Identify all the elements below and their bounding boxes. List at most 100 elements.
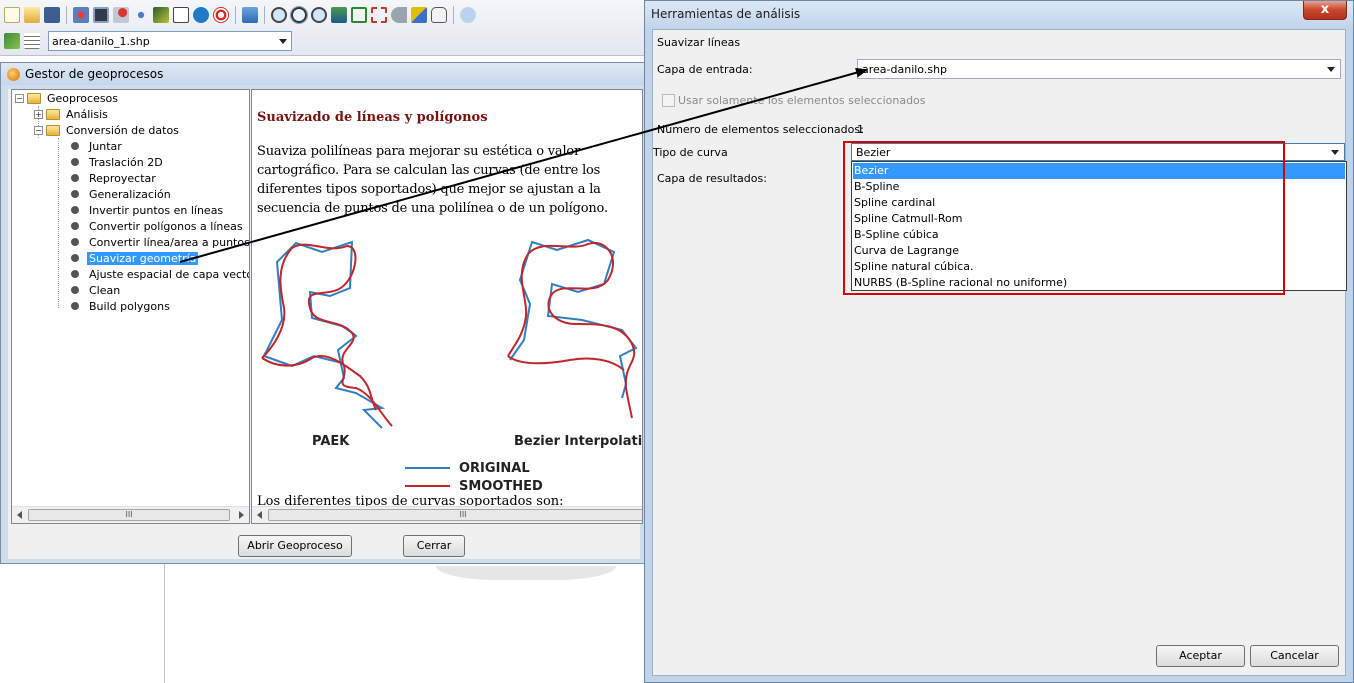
layers-icon[interactable] — [242, 7, 258, 23]
network-icon[interactable] — [133, 7, 149, 23]
tree-item-juntar[interactable]: Juntar — [68, 138, 124, 154]
speech-icon[interactable] — [460, 7, 476, 23]
curve-type-label: Tipo de curva — [653, 146, 728, 159]
accept-button[interactable]: Aceptar — [1156, 645, 1245, 667]
target-icon[interactable] — [213, 7, 229, 23]
new-file-icon[interactable] — [4, 7, 20, 23]
scroll-thumb[interactable]: III — [28, 509, 230, 521]
selected-count-label: Número de elementos seleccionados: — [657, 123, 864, 136]
full-extent-icon[interactable] — [351, 7, 367, 23]
open-geoprocess-button[interactable]: Abrir Geoproceso — [238, 535, 352, 557]
pin-icon[interactable] — [113, 7, 129, 23]
tree-item-poligonos-lineas[interactable]: Convertir polígonos a líneas — [68, 218, 245, 234]
tree-item-suavizar[interactable]: Suavizar geometría — [68, 250, 199, 266]
toolbar-separator — [453, 6, 454, 24]
scroll-left-icon[interactable] — [17, 511, 22, 519]
tree-item-clean[interactable]: Clean — [68, 282, 122, 298]
scroll-left-icon[interactable] — [257, 511, 262, 519]
tool-icon[interactable] — [153, 7, 169, 23]
geoprocess-manager-titlebar[interactable]: Gestor de geoprocesos — [1, 63, 645, 85]
help-bottom-text: Los diferentes tipos de curvas soportado… — [257, 494, 564, 506]
tree-item-build-polygons[interactable]: Build polygons — [68, 298, 172, 314]
tree-connector — [58, 138, 59, 308]
legend-smoothed-label: SMOOTHED — [459, 479, 543, 494]
legend-original-label: ORIGINAL — [459, 461, 530, 476]
collapse-icon[interactable]: − — [34, 125, 43, 135]
toc-panel — [18, 561, 165, 683]
tree-item-invertir[interactable]: Invertir puntos en líneas — [68, 202, 225, 218]
zoom-tool-icon[interactable] — [290, 6, 308, 24]
process-icon — [71, 254, 79, 262]
process-icon — [71, 206, 79, 214]
input-layer-select[interactable]: area-danilo.shp — [857, 59, 1341, 79]
tree-label: Reproyectar — [89, 171, 156, 185]
tree-item-linea-puntos[interactable]: Convertir línea/area a puntos — [68, 234, 249, 250]
tree-node-analisis[interactable]: + Análisis — [34, 106, 110, 122]
tree-root-geoprocesos[interactable]: − Geoprocesos — [15, 90, 120, 106]
add-layer-icon[interactable] — [73, 7, 89, 23]
zoom-in-icon[interactable] — [271, 7, 287, 23]
layer-edit-icon[interactable] — [4, 33, 20, 49]
open-folder-icon[interactable] — [24, 7, 40, 23]
only-selected-checkbox[interactable] — [662, 94, 675, 107]
help-title: Suavizado de líneas y polígonos — [257, 110, 488, 125]
bezier-original-line — [509, 238, 638, 399]
pan-hand-icon[interactable] — [431, 7, 447, 23]
paek-smoothed-line — [261, 243, 393, 427]
tree-label: Generalización — [89, 187, 171, 201]
tree-label: Ajuste espacial de capa vectorial — [89, 267, 249, 281]
smoothing-figure: PAEK Bezier Interpolati ORIGINAL SMOOTHE… — [261, 238, 642, 494]
tree-label: Convertir polígonos a líneas — [89, 219, 243, 233]
tree-label: Traslación 2D — [89, 155, 163, 169]
close-icon[interactable]: x — [1303, 1, 1347, 20]
chevron-down-icon — [1331, 150, 1339, 155]
analysis-tools-dialog: Herramientas de análisis x Suavizar líne… — [644, 0, 1354, 683]
save-icon[interactable] — [44, 7, 60, 23]
scroll-thumb[interactable]: III — [268, 509, 642, 521]
dialog-title: Herramientas de análisis — [651, 7, 801, 21]
tree-label: Análisis — [66, 107, 108, 121]
table-icon[interactable] — [24, 33, 40, 49]
process-icon — [71, 142, 79, 150]
help-content: Suavizado de líneas y polígonos Suaviza … — [252, 90, 642, 506]
dialog-titlebar[interactable]: Herramientas de análisis x — [645, 1, 1353, 27]
cancel-button[interactable]: Cancelar — [1250, 645, 1339, 667]
process-icon — [71, 286, 79, 294]
tree-label: Geoprocesos — [47, 91, 119, 105]
zoom-out-icon[interactable] — [311, 7, 327, 23]
tree-item-traslacion[interactable]: Traslación 2D — [68, 154, 165, 170]
tree-horizontal-scrollbar[interactable]: III — [12, 506, 249, 523]
geoprocess-manager-window: Gestor de geoprocesos − Geoprocesos + An… — [0, 62, 646, 564]
edit-icon[interactable] — [173, 7, 189, 23]
scroll-right-icon[interactable] — [239, 511, 244, 519]
active-layer-select[interactable]: area-danilo_1.shp — [48, 31, 292, 51]
help-horizontal-scrollbar[interactable]: III — [252, 506, 642, 523]
toolbar-separator — [264, 6, 265, 24]
selected-count-value: 1 — [857, 123, 864, 136]
process-icon — [71, 238, 79, 246]
zoom-select-icon[interactable] — [371, 7, 387, 23]
tree-label: Clean — [89, 283, 121, 297]
tree-label-selected: Suavizar geometría — [87, 251, 199, 265]
window-title: Gestor de geoprocesos — [25, 67, 164, 81]
tree-item-ajuste[interactable]: Ajuste espacial de capa vectorial — [68, 266, 249, 282]
navigation-icon[interactable] — [193, 7, 209, 23]
tree-item-generalizacion[interactable]: Generalización — [68, 186, 173, 202]
folder-icon — [46, 108, 60, 120]
process-icon — [71, 158, 79, 166]
map-canvas[interactable] — [166, 561, 646, 683]
previous-extent-icon[interactable] — [391, 7, 407, 23]
process-icon — [71, 270, 79, 278]
tree-node-conversion[interactable]: − Conversión de datos — [34, 122, 181, 138]
expand-icon[interactable]: + — [34, 109, 43, 119]
raster-icon[interactable] — [93, 7, 109, 23]
tree-item-reproyectar[interactable]: Reproyectar — [68, 170, 158, 186]
layers-stack-icon[interactable] — [331, 7, 347, 23]
tree-content: − Geoprocesos + Análisis − Conversión de… — [12, 90, 249, 506]
chevron-down-icon — [279, 39, 287, 44]
close-button[interactable]: Cerrar — [403, 535, 465, 557]
bezier-smoothed-line — [507, 241, 636, 419]
tree-label: Conversión de datos — [66, 123, 179, 137]
collapse-icon[interactable]: − — [15, 93, 24, 103]
shapes-icon[interactable] — [411, 7, 427, 23]
